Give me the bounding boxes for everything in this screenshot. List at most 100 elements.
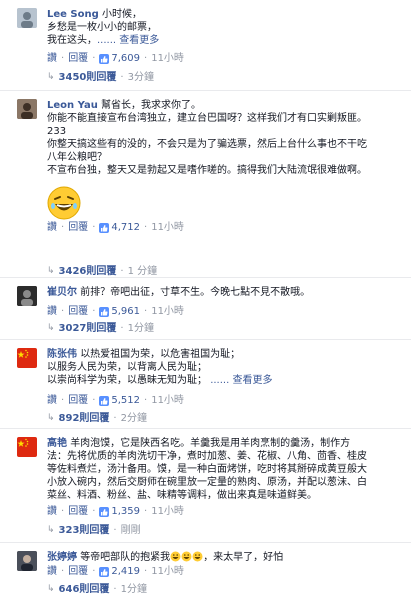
- timestamp[interactable]: 11小時: [151, 221, 184, 234]
- comment: Lee Song 小时候， 乡愁是一枚小小的邮票， 我在这头，...... 查看…: [0, 0, 411, 90]
- comment-text: 前排？帝吧出征，寸草不生。今晚七點不見不散哦。: [80, 287, 311, 298]
- separator: ·: [113, 525, 117, 536]
- laughing-emoji-icon: [47, 186, 81, 220]
- like-count-value: 2,419: [111, 566, 141, 577]
- thumbs-up-icon: [99, 222, 110, 233]
- reply-button[interactable]: 回覆: [68, 305, 88, 318]
- comment: 陈张伟 以热爱祖国为荣，以危害祖国为耻； 以服务人民为荣，以背离人民为耻； 以崇…: [0, 339, 411, 428]
- separator: ·: [144, 53, 148, 64]
- reply-time: 1分鐘: [120, 584, 147, 595]
- like-button[interactable]: 讚: [47, 305, 57, 318]
- china-flag-icon: [17, 437, 37, 457]
- separator: ·: [92, 395, 96, 406]
- like-count[interactable]: 5,512: [99, 394, 140, 407]
- reply-arrow-icon: ↳: [47, 525, 55, 535]
- avatar[interactable]: [17, 551, 37, 571]
- like-count-value: 5,961: [111, 306, 141, 317]
- separator: ·: [61, 506, 65, 517]
- comment: 张婷婷 等帝吧部队的抱紧我 ，来太早了，好怕 讚 · 回覆 · 2,419 · 1…: [0, 542, 411, 600]
- timestamp[interactable]: 11小時: [151, 505, 184, 518]
- comment-text: 等帝吧部队的抱紧我: [80, 552, 171, 563]
- comment-text: ，来太早了，好怕: [203, 552, 284, 563]
- like-count[interactable]: 7,609: [99, 52, 140, 65]
- reply-button[interactable]: 回覆: [68, 394, 88, 407]
- comment-text: 我在这头，: [47, 35, 97, 46]
- separator: ·: [113, 584, 117, 595]
- comment-text: 以崇尚科学为荣，以愚昧无知为耻；: [47, 375, 207, 386]
- comment-author[interactable]: 张婷婷: [47, 552, 77, 563]
- reply-count[interactable]: 323則回覆: [59, 524, 110, 537]
- comment-text: 你整天搞这些有的没的，不会只是为了骗选票，然后上台什么事也不干吃: [47, 139, 367, 150]
- see-more-link[interactable]: ...... 查看更多: [210, 375, 272, 386]
- avatar[interactable]: [17, 99, 37, 119]
- avatar-portrait-icon: [17, 551, 37, 571]
- reply-button[interactable]: 回覆: [68, 52, 88, 65]
- comment-text: 羊肉泡馍，它是陕西名吃。羊羹我是用羊肉烹制的羹汤，制作方: [70, 438, 351, 449]
- reply-button[interactable]: 回覆: [68, 221, 88, 234]
- separator: ·: [61, 306, 65, 317]
- separator: ·: [61, 222, 65, 233]
- comment-author[interactable]: 高艳: [47, 438, 67, 449]
- reply-time: 2分鐘: [120, 413, 147, 424]
- china-flag-icon: [17, 348, 37, 368]
- reply-time: 1分鐘: [127, 323, 154, 334]
- comment-actions: 讚 · 回覆 · 2,419 · 11小時: [47, 565, 184, 578]
- comment: Leon Yau 幫省长，我求求你了。 你能不能直接宣布台湾独立，建立台巴国呀？…: [0, 90, 411, 277]
- like-count[interactable]: 1,359: [99, 505, 140, 518]
- separator: ·: [92, 222, 96, 233]
- reply-count[interactable]: 3450則回覆: [59, 71, 117, 84]
- comment-body: Lee Song 小时候， 乡愁是一枚小小的邮票， 我在这头，...... 查看…: [47, 8, 403, 47]
- comment-author[interactable]: Leon Yau: [47, 100, 98, 111]
- timestamp[interactable]: 11小時: [151, 394, 184, 407]
- comment-author[interactable]: 崔贝尔: [47, 287, 77, 298]
- avatar-portrait-icon: [17, 286, 37, 306]
- thumbs-up-icon: [99, 53, 110, 64]
- comment-text: 以热爱祖国为荣，以危害祖国为耻；: [80, 349, 241, 360]
- grinning-emoji-icon: [181, 551, 192, 562]
- comment-text: 233: [47, 126, 67, 137]
- like-button[interactable]: 讚: [47, 394, 57, 407]
- separator: ·: [61, 53, 65, 64]
- reply-button[interactable]: 回覆: [68, 565, 88, 578]
- like-button[interactable]: 讚: [47, 221, 57, 234]
- like-count[interactable]: 4,712: [99, 221, 140, 234]
- avatar[interactable]: [17, 437, 37, 457]
- like-count[interactable]: 5,961: [99, 305, 140, 318]
- like-button[interactable]: 讚: [47, 52, 57, 65]
- reply-count[interactable]: 646則回覆: [59, 583, 110, 596]
- comment-actions: 讚 · 回覆 · 4,712 · 11小時: [47, 221, 184, 234]
- like-count[interactable]: 2,419: [99, 565, 140, 578]
- comment-author[interactable]: Lee Song: [47, 9, 99, 20]
- comment-author[interactable]: 陈张伟: [47, 349, 77, 360]
- reply-summary[interactable]: ↳ 323則回覆 · 剛剛: [47, 524, 141, 537]
- reply-summary[interactable]: ↳ 3027則回覆 · 1分鐘: [47, 322, 154, 335]
- reply-button[interactable]: 回覆: [68, 505, 88, 518]
- comment-body: 高艳 羊肉泡馍，它是陕西名吃。羊羹我是用羊肉烹制的羹汤，制作方 法：先将优质的羊…: [47, 437, 403, 502]
- like-button[interactable]: 讚: [47, 565, 57, 578]
- comment-text: 以服务人民为荣，以背离人民为耻；: [47, 362, 207, 373]
- reply-summary[interactable]: ↳ 3450則回覆 · 3分鐘: [47, 71, 154, 84]
- timestamp[interactable]: 11小時: [151, 305, 184, 318]
- timestamp[interactable]: 11小時: [151, 565, 184, 578]
- thumbs-up-icon: [99, 395, 110, 406]
- comment-text: 不宣布台独，整天又是勃起又是嗜作嗟的。搞得我们大陆流氓很难做啊。: [47, 165, 367, 176]
- comment-text: 小放入碗内，然后交厨师在碗里放一定量的熟肉、原汤，并配以葱沫、白: [47, 477, 367, 488]
- reply-arrow-icon: ↳: [47, 323, 55, 333]
- comment-body: 张婷婷 等帝吧部队的抱紧我 ，来太早了，好怕: [47, 551, 403, 564]
- avatar[interactable]: [17, 286, 37, 306]
- reply-count[interactable]: 892則回覆: [59, 412, 110, 425]
- reply-summary[interactable]: ↳ 892則回覆 · 2分鐘: [47, 412, 147, 425]
- comment: 崔贝尔 前排？帝吧出征，寸草不生。今晚七點不見不散哦。 讚 · 回覆 · 5,9…: [0, 277, 411, 339]
- avatar[interactable]: [17, 8, 37, 28]
- reply-time: 剛剛: [120, 525, 141, 536]
- comment-actions: 讚 · 回覆 · 5,512 · 11小時: [47, 394, 184, 407]
- reply-summary[interactable]: ↳ 646則回覆 · 1分鐘: [47, 583, 147, 596]
- reply-count[interactable]: 3027則回覆: [59, 322, 117, 335]
- comment-actions: 讚 · 回覆 · 5,961 · 11小時: [47, 305, 184, 318]
- see-more-link[interactable]: ...... 查看更多: [97, 35, 159, 46]
- thumbs-up-icon: [99, 506, 110, 517]
- avatar[interactable]: [17, 348, 37, 368]
- reply-arrow-icon: ↳: [47, 584, 55, 594]
- timestamp[interactable]: 11小時: [151, 52, 184, 65]
- like-button[interactable]: 讚: [47, 505, 57, 518]
